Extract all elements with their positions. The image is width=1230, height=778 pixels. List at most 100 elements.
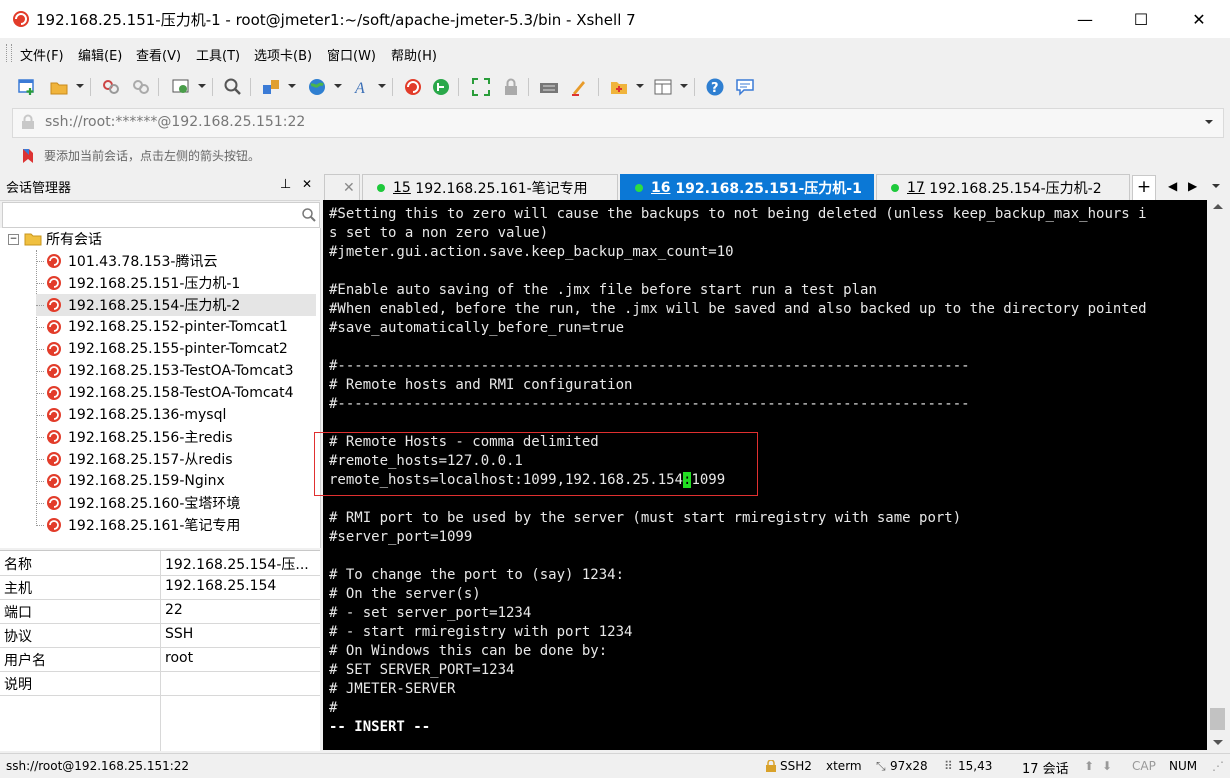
xshell-icon[interactable] <box>402 76 424 98</box>
layout-icon[interactable] <box>652 76 674 98</box>
close-button[interactable]: ✕ <box>1170 0 1228 38</box>
highlight-pen-icon[interactable] <box>568 76 590 98</box>
close-panel-icon[interactable]: ✕ <box>302 177 312 191</box>
toolbar-separator <box>212 78 213 96</box>
tab-session-15[interactable]: 15 192.168.25.161-笔记专用 <box>362 174 618 200</box>
address-bar[interactable]: ssh://root:******@192.168.25.151:22 <box>12 108 1224 138</box>
chevron-down-icon[interactable] <box>378 84 386 88</box>
session-tree-item-label: 192.168.25.155-pinter-Tomcat2 <box>68 341 288 357</box>
pin-icon[interactable]: ⊥ <box>280 177 291 192</box>
disconnect-icon[interactable] <box>130 76 152 98</box>
terminal-line: # On Windows this can be done by: <box>329 643 608 659</box>
chevron-down-icon[interactable] <box>1212 184 1220 188</box>
lock-icon[interactable] <box>500 76 522 98</box>
keyboard-icon[interactable] <box>538 76 560 98</box>
menu-file[interactable]: 文件(F) <box>20 45 64 64</box>
arrow-up-icon[interactable]: ⬆ <box>1084 759 1094 773</box>
address-input[interactable]: ssh://root:******@192.168.25.151:22 <box>45 114 305 130</box>
session-tree-item[interactable]: 192.168.25.153-TestOA-Tomcat3 <box>36 360 316 382</box>
lock-icon <box>22 114 34 129</box>
collapse-icon[interactable]: − <box>8 234 19 245</box>
terminal-scrollbar[interactable] <box>1207 200 1228 750</box>
chevron-down-icon[interactable] <box>198 84 206 88</box>
maximize-button[interactable]: ☐ <box>1112 0 1170 38</box>
chevron-down-icon[interactable] <box>636 84 644 88</box>
hint-bar: 要添加当前会话，点击左侧的箭头按钮。 <box>0 142 1230 170</box>
menu-tabs[interactable]: 选项卡(B) <box>254 45 312 64</box>
menu-edit[interactable]: 编辑(E) <box>78 45 122 64</box>
chat-icon[interactable] <box>734 76 756 98</box>
session-tree-item[interactable]: 192.168.25.157-从redis <box>36 448 316 470</box>
xshell-session-icon <box>47 254 61 268</box>
minimize-button[interactable]: — <box>1056 0 1114 38</box>
menu-help[interactable]: 帮助(H) <box>391 45 437 64</box>
tab-close-icon[interactable]: ✕ <box>324 174 360 200</box>
session-tree-item[interactable]: 101.43.78.153-腾讯云 <box>36 250 316 272</box>
scroll-down-icon[interactable] <box>1213 740 1223 745</box>
chevron-down-icon[interactable] <box>680 84 688 88</box>
tree-root-label[interactable]: 所有会话 <box>46 229 102 249</box>
terminal-line: # On the server(s) <box>329 586 481 602</box>
reconnect-icon[interactable] <box>100 76 122 98</box>
lock-icon <box>766 760 776 772</box>
tab-scroll-left-icon[interactable]: ◀ <box>1168 179 1177 193</box>
session-tree-item[interactable]: 192.168.25.154-压力机-2 <box>36 294 316 316</box>
terminal-line: #When enabled, before the run, the .jmx … <box>329 301 1147 317</box>
scrollbar-thumb[interactable] <box>1210 708 1225 730</box>
tab-scroll-right-icon[interactable]: ▶ <box>1188 179 1197 193</box>
fullscreen-icon[interactable] <box>470 76 492 98</box>
menu-view[interactable]: 查看(V) <box>136 45 181 64</box>
property-row: 说明 <box>0 671 320 696</box>
menu-tools[interactable]: 工具(T) <box>196 45 240 64</box>
property-key: 端口 <box>4 605 32 621</box>
svg-text:?: ? <box>711 81 719 96</box>
session-tree-item[interactable]: 192.168.25.136-mysql <box>36 404 316 426</box>
session-tree-item[interactable]: 192.168.25.156-主redis <box>36 426 316 448</box>
session-tree-item[interactable]: 192.168.25.160-宝塔环境 <box>36 492 316 514</box>
transfer-icon[interactable] <box>260 76 282 98</box>
tab-label: 192.168.25.161-笔记专用 <box>415 180 588 197</box>
add-tab-button[interactable]: + <box>1132 175 1156 201</box>
status-position: 15,43 <box>958 759 993 773</box>
terminal-line: s set to a non zero value) <box>329 225 549 241</box>
status-term: xterm <box>826 759 862 773</box>
toolbar-separator <box>694 78 695 96</box>
xshell-logo-icon <box>13 11 29 27</box>
tab-session-17[interactable]: 17 192.168.25.154-压力机-2 <box>876 174 1130 200</box>
xshell-session-icon <box>47 342 61 356</box>
open-folder-icon[interactable] <box>48 76 70 98</box>
xshell-session-icon <box>47 320 61 334</box>
tab-session-16[interactable]: 16 192.168.25.151-压力机-1 <box>620 174 874 200</box>
properties-icon[interactable] <box>170 76 192 98</box>
xftp-icon[interactable] <box>430 76 452 98</box>
xshell-session-icon <box>47 364 61 378</box>
property-value: 22 <box>165 602 183 618</box>
new-session-icon[interactable] <box>16 76 38 98</box>
resize-grip-icon[interactable]: ⋰ <box>1212 759 1224 773</box>
chevron-down-icon[interactable] <box>76 84 84 88</box>
menu-window[interactable]: 窗口(W) <box>327 45 376 64</box>
globe-icon[interactable] <box>306 76 328 98</box>
chevron-down-icon[interactable] <box>1205 120 1213 124</box>
chevron-down-icon[interactable] <box>288 84 296 88</box>
xshell-session-icon <box>47 452 61 466</box>
session-tree-item[interactable]: 192.168.25.158-TestOA-Tomcat4 <box>36 382 316 404</box>
font-icon[interactable]: A <box>352 76 374 98</box>
tab-label: 192.168.25.154-压力机-2 <box>929 180 1102 197</box>
xshell-session-icon <box>47 430 61 444</box>
session-tree-item[interactable]: 192.168.25.155-pinter-Tomcat2 <box>36 338 316 360</box>
session-tree-item[interactable]: 192.168.25.151-压力机-1 <box>36 272 316 294</box>
add-folder-icon[interactable] <box>608 76 630 98</box>
session-search-input[interactable] <box>2 202 320 228</box>
session-tree-item[interactable]: 192.168.25.161-笔记专用 <box>36 514 316 536</box>
bookmark-arrow-icon[interactable] <box>20 148 36 164</box>
session-tree-item[interactable]: 192.168.25.159-Nginx <box>36 470 316 492</box>
search-icon[interactable] <box>222 76 244 98</box>
scroll-up-icon[interactable] <box>1213 204 1223 209</box>
help-icon[interactable]: ? <box>704 76 726 98</box>
chevron-down-icon[interactable] <box>334 84 342 88</box>
arrow-down-icon[interactable]: ⬇ <box>1102 759 1112 773</box>
toolbar-separator <box>392 78 393 96</box>
session-tree-item[interactable]: 192.168.25.152-pinter-Tomcat1 <box>36 316 316 338</box>
search-icon[interactable] <box>301 207 317 223</box>
